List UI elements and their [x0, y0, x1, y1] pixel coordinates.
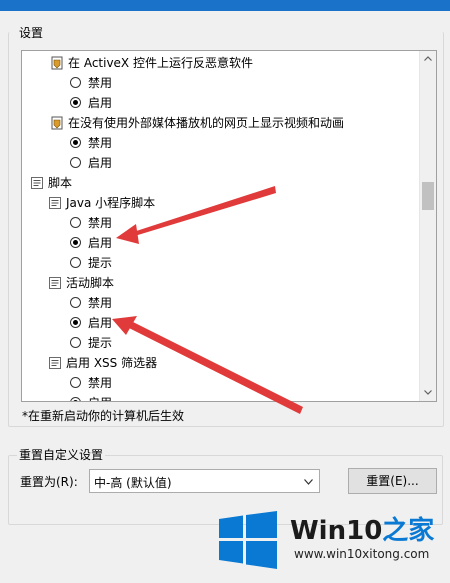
- brand-accent: 之家: [382, 516, 435, 546]
- radio-unchecked[interactable]: [70, 337, 81, 348]
- setting-heading: 在 ActiveX 控件上运行反恶意软件: [22, 53, 419, 73]
- subcategory-heading: 活动脚本: [22, 273, 419, 293]
- radio-option-label[interactable]: 启用: [88, 233, 112, 253]
- radio-option-label[interactable]: 禁用: [88, 133, 112, 153]
- setting-label: Java 小程序脚本: [66, 196, 156, 210]
- script-icon: [48, 276, 62, 290]
- radio-checked[interactable]: [70, 397, 81, 401]
- radio-option[interactable]: 启用: [22, 393, 419, 401]
- subcategory-heading: Java 小程序脚本: [22, 193, 419, 213]
- reset-to-label: 重置为(R):: [20, 475, 78, 489]
- restart-footnote: *在重新启动你的计算机后生效: [22, 409, 185, 423]
- radio-unchecked[interactable]: [70, 217, 81, 228]
- radio-option-label[interactable]: 提示: [88, 253, 112, 273]
- radio-unchecked[interactable]: [70, 297, 81, 308]
- setting-label: 在 ActiveX 控件上运行反恶意软件: [68, 56, 253, 70]
- vertical-scrollbar[interactable]: [419, 51, 436, 401]
- settings-group-label: 设置: [17, 24, 46, 41]
- script-icon: [48, 196, 62, 210]
- setting-heading: 在没有使用外部媒体播放机的网页上显示视频和动画: [22, 113, 419, 133]
- security-level-value: 中-高 (默认值): [94, 476, 172, 490]
- radio-unchecked[interactable]: [70, 157, 81, 168]
- radio-option[interactable]: 启用: [22, 233, 419, 253]
- radio-checked[interactable]: [70, 137, 81, 148]
- reset-button[interactable]: 重置(E)...: [348, 468, 437, 494]
- chevron-down-icon: [304, 479, 313, 485]
- brand-main: Win10: [290, 516, 383, 546]
- script-icon: [48, 356, 62, 370]
- radio-option[interactable]: 启用: [22, 313, 419, 333]
- radio-option[interactable]: 提示: [22, 253, 419, 273]
- scroll-down-button[interactable]: [420, 385, 436, 401]
- setting-label: 启用 XSS 筛选器: [66, 356, 158, 370]
- window-titlebar: [0, 0, 450, 11]
- radio-option-label[interactable]: 启用: [88, 153, 112, 173]
- security-level-select[interactable]: 中-高 (默认值): [89, 469, 320, 493]
- radio-option-label[interactable]: 提示: [88, 333, 112, 353]
- scroll-up-button[interactable]: [420, 51, 436, 67]
- reset-group-label: 重置自定义设置: [17, 446, 106, 463]
- script-icon: [30, 176, 44, 190]
- radio-option[interactable]: 启用: [22, 93, 419, 113]
- brand-title: Win10之家: [290, 510, 434, 547]
- radio-option[interactable]: 禁用: [22, 73, 419, 93]
- shield-gear-icon: [50, 56, 64, 70]
- chevron-down-icon: [424, 390, 432, 395]
- radio-unchecked[interactable]: [70, 377, 81, 388]
- radio-option[interactable]: 提示: [22, 333, 419, 353]
- radio-option-label[interactable]: 禁用: [88, 73, 112, 93]
- radio-unchecked[interactable]: [70, 77, 81, 88]
- radio-checked[interactable]: [70, 317, 81, 328]
- settings-list: 在 ActiveX 控件上运行反恶意软件 禁用 启用 在没有使用外部媒体播放机的网页上…: [22, 51, 419, 401]
- brand-url: www.win10xitong.com: [294, 547, 430, 561]
- radio-option[interactable]: 禁用: [22, 213, 419, 233]
- subcategory-heading: 启用 XSS 筛选器: [22, 353, 419, 373]
- radio-checked[interactable]: [70, 97, 81, 108]
- watermark: Win10之家 www.win10xitong.com: [214, 500, 444, 576]
- category-heading: 脚本: [22, 173, 419, 193]
- radio-option-label[interactable]: 禁用: [88, 213, 112, 233]
- radio-unchecked[interactable]: [70, 257, 81, 268]
- scroll-thumb[interactable]: [422, 182, 434, 210]
- radio-option-label[interactable]: 启用: [88, 313, 112, 333]
- radio-option-label[interactable]: 启用: [88, 93, 112, 113]
- setting-label: 脚本: [48, 176, 73, 190]
- settings-listbox[interactable]: 在 ActiveX 控件上运行反恶意软件 禁用 启用 在没有使用外部媒体播放机的网页上…: [21, 50, 437, 402]
- radio-option[interactable]: 启用: [22, 153, 419, 173]
- radio-checked[interactable]: [70, 237, 81, 248]
- shield-gear-icon: [50, 116, 64, 130]
- chevron-up-icon: [424, 56, 432, 61]
- radio-option-label[interactable]: 禁用: [88, 293, 112, 313]
- setting-label: 在没有使用外部媒体播放机的网页上显示视频和动画: [68, 116, 345, 130]
- radio-option[interactable]: 禁用: [22, 373, 419, 393]
- radio-option[interactable]: 禁用: [22, 133, 419, 153]
- windows-logo-icon: [219, 511, 277, 569]
- radio-option[interactable]: 禁用: [22, 293, 419, 313]
- radio-option-label[interactable]: 启用: [88, 393, 112, 401]
- setting-label: 活动脚本: [66, 276, 115, 290]
- radio-option-label[interactable]: 禁用: [88, 373, 112, 393]
